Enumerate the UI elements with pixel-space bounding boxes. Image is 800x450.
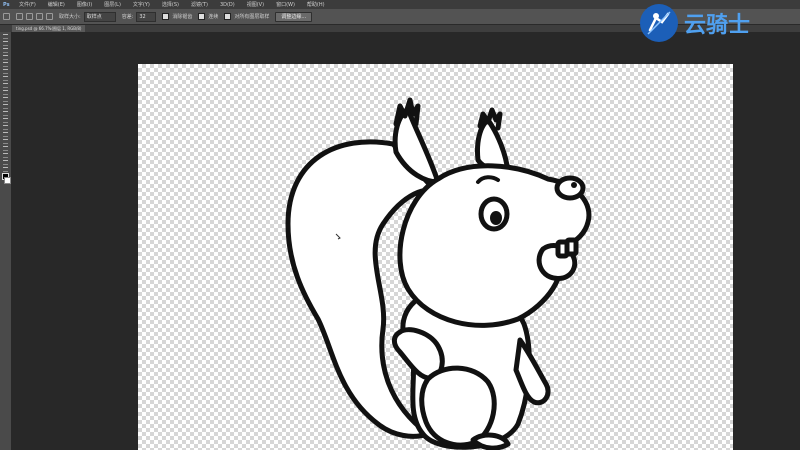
eyedropper-tool-icon[interactable] (2, 68, 9, 74)
quick-select-tool-icon[interactable] (2, 54, 9, 60)
app-logo: Ps (3, 1, 10, 8)
squirrel-drawing (285, 97, 592, 450)
menu-filter[interactable]: 滤镜(T) (185, 1, 214, 8)
background-color-swatch[interactable] (4, 177, 11, 184)
history-brush-tool-icon[interactable] (2, 96, 9, 102)
lasso-tool-icon[interactable] (2, 47, 9, 53)
intersect-selection-icon[interactable] (46, 13, 53, 20)
sample-size-label: 取样大小: (59, 14, 81, 20)
marquee-tool-icon[interactable] (2, 40, 9, 46)
antialias-label: 消除锯齿 (172, 14, 193, 20)
type-tool-icon[interactable] (2, 138, 9, 144)
sample-size-select[interactable]: 取样点 (83, 11, 116, 22)
gradient-tool-icon[interactable] (2, 110, 9, 116)
crop-tool-icon[interactable] (2, 61, 9, 67)
squirrel-pupil (490, 211, 502, 225)
menu-type[interactable]: 文字(Y) (127, 1, 156, 8)
zoom-tool-icon[interactable] (2, 166, 9, 172)
tolerance-group: 容差: 32 (121, 11, 157, 22)
menu-select[interactable]: 选择(S) (156, 1, 185, 8)
menu-view[interactable]: 视图(V) (241, 1, 270, 8)
contiguous-group: 连续 (198, 13, 218, 20)
sample-all-layers-group: 对所有图层取样 (224, 13, 269, 20)
pen-tool-icon[interactable] (2, 131, 9, 137)
menu-edit[interactable]: 编辑(E) (42, 1, 71, 8)
menu-window[interactable]: 窗口(W) (270, 1, 301, 8)
refine-edge-group: 调整边缘... (275, 11, 313, 22)
new-selection-icon[interactable] (16, 13, 23, 20)
move-tool-icon[interactable] (2, 33, 9, 39)
menu-file[interactable]: 文件(F) (13, 1, 42, 8)
tolerance-input[interactable]: 32 (136, 11, 157, 22)
menu-3d[interactable]: 3D(D) (214, 2, 241, 8)
tolerance-label: 容差: (121, 14, 134, 20)
contiguous-checkbox[interactable] (198, 13, 206, 20)
watermark-text: 云骑士 (684, 13, 751, 38)
squirrel-nose (554, 175, 586, 201)
tool-preset-picker[interactable] (3, 13, 10, 20)
menu-layer[interactable]: 图层(L) (98, 1, 127, 8)
refine-edge-button[interactable]: 调整边缘... (275, 11, 313, 22)
antialias-checkbox[interactable] (162, 13, 170, 20)
hand-tool-icon[interactable] (2, 159, 9, 165)
magic-wand-icon (3, 13, 10, 20)
squirrel-nostril (571, 182, 577, 188)
healing-tool-icon[interactable] (2, 75, 9, 81)
eraser-tool-icon[interactable] (2, 103, 9, 109)
squirrel-foot (470, 432, 511, 450)
sample-all-layers-label: 对所有图层取样 (234, 14, 270, 20)
watermark: 云骑士 (640, 2, 785, 44)
brush-tool-icon[interactable] (2, 82, 9, 88)
sample-size-group: 取样大小: 取样点 (59, 11, 116, 22)
squirrel-tooth-right (564, 237, 579, 257)
path-select-tool-icon[interactable] (2, 145, 9, 151)
blur-tool-icon[interactable] (2, 117, 9, 123)
subtract-selection-icon[interactable] (36, 13, 43, 20)
knight-logo-icon (640, 4, 678, 42)
shape-tool-icon[interactable] (2, 152, 9, 158)
menu-help[interactable]: 帮助(H) (301, 1, 331, 8)
dodge-tool-icon[interactable] (2, 124, 9, 130)
selection-mode-group (16, 13, 53, 20)
add-selection-icon[interactable] (26, 13, 33, 20)
sample-all-layers-checkbox[interactable] (224, 13, 232, 20)
document-canvas[interactable] (138, 64, 733, 450)
contiguous-label: 连续 (208, 14, 219, 20)
canvas-workspace[interactable] (11, 32, 800, 450)
antialias-group: 消除锯齿 (162, 13, 192, 20)
clone-tool-icon[interactable] (2, 89, 9, 95)
menu-image[interactable]: 图像(I) (71, 1, 98, 8)
document-tab[interactable]: ting.psd @ 66.7%(图层 1, RGB/8) (12, 25, 86, 32)
